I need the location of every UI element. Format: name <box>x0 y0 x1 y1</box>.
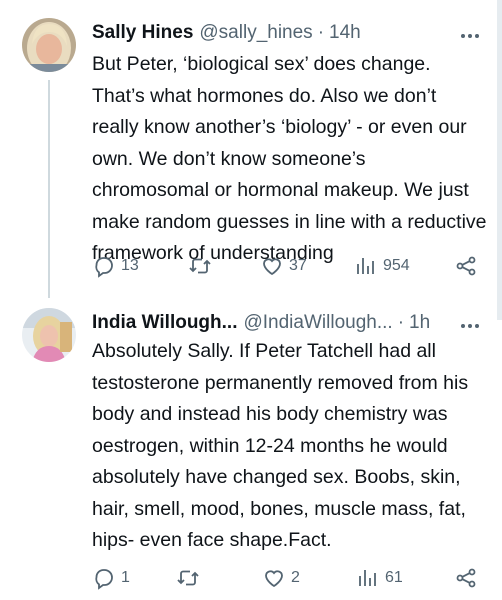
tweet-actions: 1 2 61 <box>92 565 482 591</box>
view-count: 61 <box>385 569 403 586</box>
reply-icon <box>95 569 113 590</box>
retweet-icon <box>177 570 199 586</box>
separator-dot: · <box>397 312 405 333</box>
separator-dot: · <box>317 22 325 43</box>
retweet-button[interactable] <box>188 253 217 279</box>
reply-button[interactable]: 1 <box>92 565 130 591</box>
reply-button[interactable]: 13 <box>92 253 139 279</box>
tweet-india-willoughby[interactable]: India Willough... @IndiaWillough... · 1h… <box>0 300 502 600</box>
tweet-actions: 13 37 954 <box>92 253 482 279</box>
timestamp[interactable]: 1h <box>409 312 430 334</box>
views-button[interactable]: 61 <box>356 565 403 591</box>
views-button[interactable]: 954 <box>354 253 410 279</box>
share-button[interactable] <box>454 253 478 279</box>
reply-count: 13 <box>121 257 139 274</box>
retweet-icon <box>189 258 211 274</box>
tweet-text: But Peter, ‘biological sex’ does change.… <box>92 53 492 264</box>
avatar[interactable] <box>22 18 76 72</box>
views-icon <box>357 258 374 274</box>
more-icon[interactable] <box>460 28 480 39</box>
author-name[interactable]: India Willough... <box>92 312 237 334</box>
author-handle[interactable]: @IndiaWillough... <box>243 312 392 334</box>
tweet-text: Absolutely Sally. If Peter Tatchell had … <box>92 340 474 551</box>
timestamp[interactable]: 14h <box>329 22 361 44</box>
tweet-sally-hines[interactable]: Sally Hines @sally_hines · 14h But Peter… <box>0 0 502 300</box>
like-button[interactable]: 2 <box>262 565 300 591</box>
reply-count: 1 <box>121 569 130 586</box>
like-button[interactable]: 37 <box>260 253 307 279</box>
tweet-header: India Willough... @IndiaWillough... · 1h <box>92 310 482 336</box>
share-icon <box>456 568 476 588</box>
more-icon[interactable] <box>460 318 480 329</box>
share-button[interactable] <box>454 565 478 591</box>
view-count: 954 <box>383 257 410 274</box>
share-icon <box>456 256 476 276</box>
heart-icon <box>263 258 281 276</box>
like-count: 2 <box>291 569 300 586</box>
thread-line <box>48 80 50 298</box>
heart-icon <box>265 570 283 588</box>
retweet-button[interactable] <box>176 565 205 591</box>
author-handle[interactable]: @sally_hines <box>199 22 312 44</box>
reply-icon <box>95 257 113 278</box>
views-icon <box>359 570 376 586</box>
tweet-header: Sally Hines @sally_hines · 14h <box>92 20 482 46</box>
like-count: 37 <box>289 257 307 274</box>
author-name[interactable]: Sally Hines <box>92 22 193 44</box>
avatar[interactable] <box>22 308 76 362</box>
